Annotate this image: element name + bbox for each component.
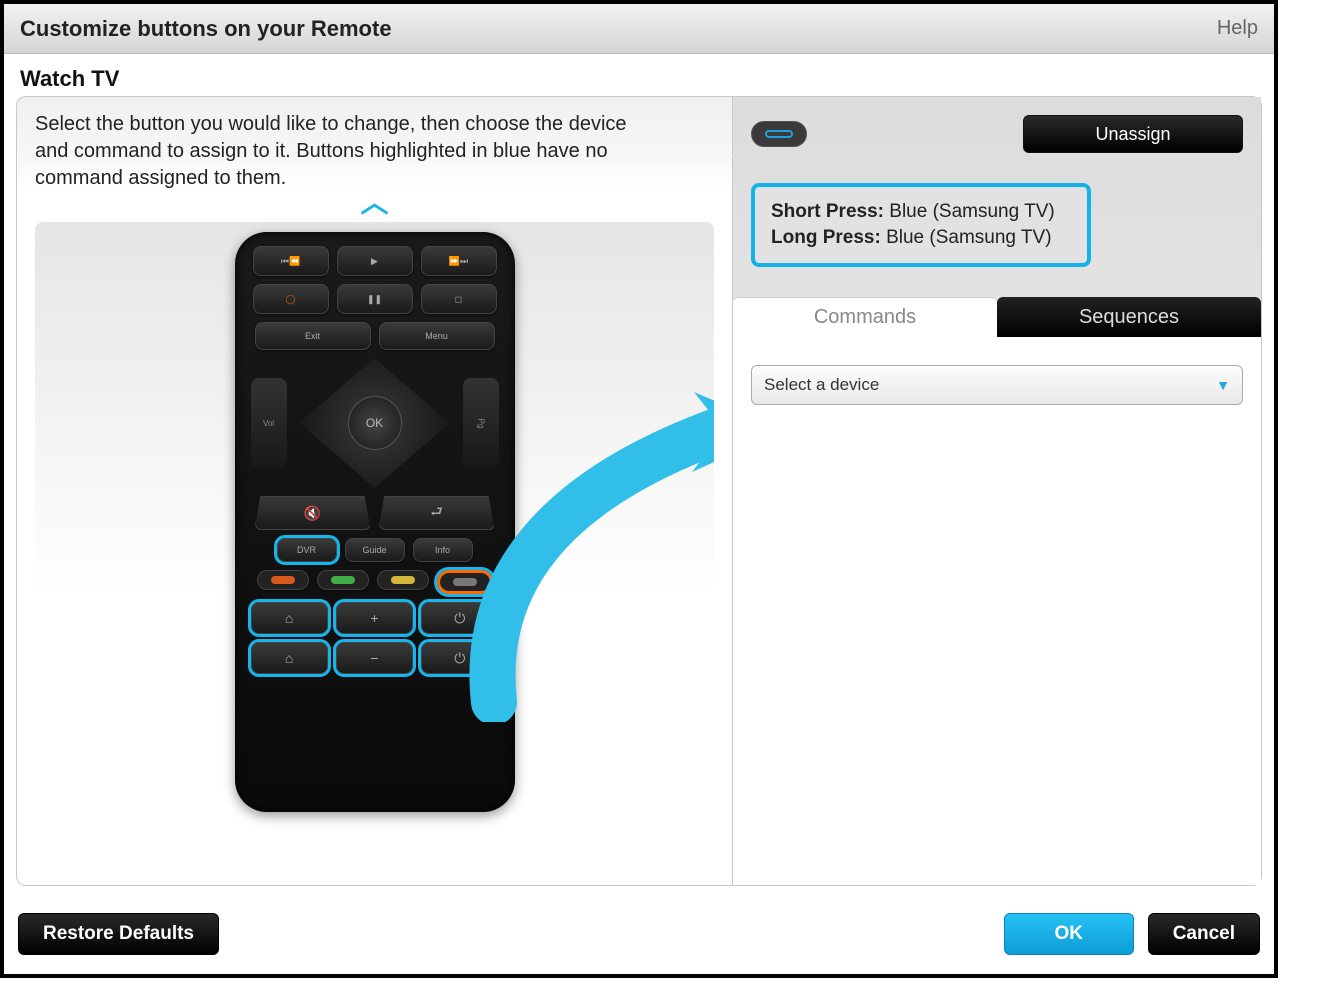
remote-btn-forward[interactable]: ⏩⏭ (421, 246, 497, 276)
short-press-label: Short Press: (771, 201, 884, 222)
short-press-row: Short Press: Blue (Samsung TV) (771, 201, 1071, 223)
remote-btn-guide[interactable]: Guide (345, 538, 405, 562)
remote-btn-minus[interactable]: − (336, 642, 413, 674)
activity-title: Watch TV (4, 54, 1274, 96)
unassign-button[interactable]: Unassign (1023, 115, 1243, 153)
selected-button-indicator (751, 121, 807, 147)
remote-btn-color-blue[interactable] (439, 572, 491, 592)
remote-btn-play[interactable]: ▶ (337, 246, 413, 276)
short-press-value: Blue (Samsung TV) (889, 201, 1054, 222)
remote-btn-socket-2[interactable]: ⏻ (421, 642, 498, 674)
remote-btn-color-yellow[interactable] (377, 570, 429, 590)
assignment-box: Short Press: Blue (Samsung TV) Long Pres… (751, 183, 1091, 267)
tab-sequences[interactable]: Sequences (997, 297, 1261, 337)
remote-btn-light-1[interactable]: ⌂ (251, 602, 328, 634)
remote-btn-plus[interactable]: + (336, 602, 413, 634)
remote-btn-rewind[interactable]: ⏮⏪ (253, 246, 329, 276)
ok-button[interactable]: OK (1004, 913, 1134, 955)
right-top-section: Unassign Short Press: Blue (Samsung TV) … (733, 97, 1261, 297)
remote-btn-back[interactable]: ⮐ (379, 496, 495, 530)
main-area: Select the button you would like to chan… (4, 96, 1274, 886)
remote-btn-dvr[interactable]: DVR (277, 538, 337, 562)
device-select[interactable]: Select a device ▼ (751, 365, 1243, 405)
footer: Restore Defaults OK Cancel (4, 894, 1274, 974)
header-bar: Customize buttons on your Remote Help (4, 4, 1274, 54)
remote-body: ⏮⏪ ▶ ⏩⏭ ◯ ❚❚ ◻ Exit Menu Vol OK (235, 232, 515, 812)
tabs: Commands Sequences (733, 297, 1261, 337)
long-press-row: Long Press: Blue (Samsung TV) (771, 227, 1071, 249)
restore-defaults-button[interactable]: Restore Defaults (18, 913, 219, 955)
left-panel: Select the button you would like to chan… (16, 96, 732, 886)
remote-btn-mute[interactable]: 🔇 (255, 496, 371, 530)
right-panel: Unassign Short Press: Blue (Samsung TV) … (732, 96, 1262, 886)
page-title: Customize buttons on your Remote (20, 16, 392, 42)
remote-btn-color-green[interactable] (317, 570, 369, 590)
long-press-label: Long Press: (771, 227, 881, 248)
remote-btn-light-2[interactable]: ⌂ (251, 642, 328, 674)
remote-stage: ⏮⏪ ▶ ⏩⏭ ◯ ❚❚ ◻ Exit Menu Vol OK (35, 222, 714, 842)
tab-body: Select a device ▼ (733, 337, 1261, 885)
remote-btn-color-red[interactable] (257, 570, 309, 590)
instructions-text: Select the button you would like to chan… (35, 111, 655, 192)
remote-btn-record[interactable]: ◯ (253, 284, 329, 314)
remote-btn-stop[interactable]: ◻ (421, 284, 497, 314)
help-link[interactable]: Help (1217, 17, 1258, 40)
remote-btn-ok[interactable]: OK (348, 396, 402, 450)
remote-btn-volume[interactable]: Vol (251, 378, 287, 468)
remote-dpad[interactable]: OK (300, 358, 450, 488)
chevron-down-icon: ▼ (1216, 377, 1230, 393)
tab-commands[interactable]: Commands (733, 297, 997, 337)
long-press-value: Blue (Samsung TV) (886, 227, 1051, 248)
scroll-up-icon[interactable]: ︿ (360, 181, 388, 221)
remote-btn-socket-1[interactable]: ⏻ (421, 602, 498, 634)
device-select-label: Select a device (764, 375, 879, 395)
remote-dpad-wrap: Vol OK Pg (251, 358, 499, 488)
remote-btn-menu[interactable]: Menu (379, 322, 495, 350)
remote-btn-page[interactable]: Pg (463, 378, 499, 468)
remote-btn-exit[interactable]: Exit (255, 322, 371, 350)
remote-btn-info[interactable]: Info (413, 538, 473, 562)
remote-btn-pause[interactable]: ❚❚ (337, 284, 413, 314)
cancel-button[interactable]: Cancel (1148, 913, 1260, 955)
